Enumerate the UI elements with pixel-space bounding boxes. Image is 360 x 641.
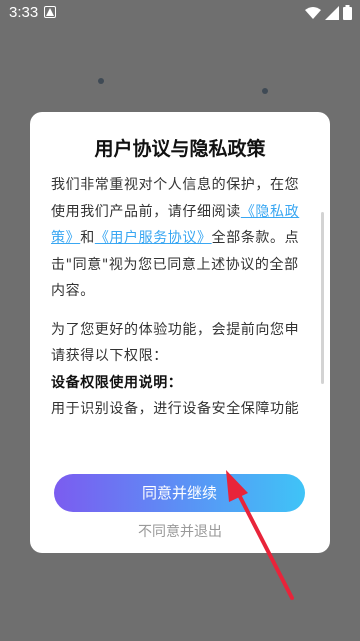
agree-continue-button[interactable]: 同意并继续 bbox=[54, 474, 305, 512]
wifi-icon bbox=[305, 6, 321, 19]
background-dot bbox=[262, 88, 268, 94]
status-time: 3:33 bbox=[9, 4, 39, 21]
agreement-paragraph: 我们非常重视对个人信息的保护，在您使用我们产品前，请仔细阅读《隐私政策》和《用户… bbox=[51, 172, 306, 305]
signal-icon bbox=[325, 5, 339, 20]
background-dot bbox=[98, 78, 104, 84]
content-scrollbar[interactable] bbox=[321, 212, 324, 384]
privacy-dialog: 用户协议与隐私政策 我们非常重视对个人信息的保护，在您使用我们产品前，请仔细阅读… bbox=[30, 112, 330, 553]
dialog-title: 用户协议与隐私政策 bbox=[94, 138, 266, 160]
permission-text: 用于识别设备，进行设备安全保障功能 bbox=[51, 401, 300, 417]
permission-intro: 为了您更好的体验功能，会提前向您申请获得以下权限： bbox=[51, 321, 300, 365]
user-service-agreement-link[interactable]: 《用户服务协议》 bbox=[95, 230, 212, 246]
dialog-content[interactable]: 我们非常重视对个人信息的保护，在您使用我们产品前，请仔细阅读《隐私政策》和《用户… bbox=[51, 172, 306, 472]
system-icons bbox=[305, 5, 352, 20]
notification-icon bbox=[44, 6, 56, 18]
permission-paragraph: 为了您更好的体验功能，会提前向您申请获得以下权限： 设备权限使用说明： 用于识别… bbox=[51, 317, 306, 423]
battery-icon bbox=[343, 5, 352, 20]
status-bar: 3:33 bbox=[0, 0, 360, 26]
and-text: 和 bbox=[80, 230, 95, 246]
permission-title: 设备权限使用说明： bbox=[51, 374, 183, 391]
disagree-exit-button[interactable]: 不同意并退出 bbox=[30, 521, 330, 541]
